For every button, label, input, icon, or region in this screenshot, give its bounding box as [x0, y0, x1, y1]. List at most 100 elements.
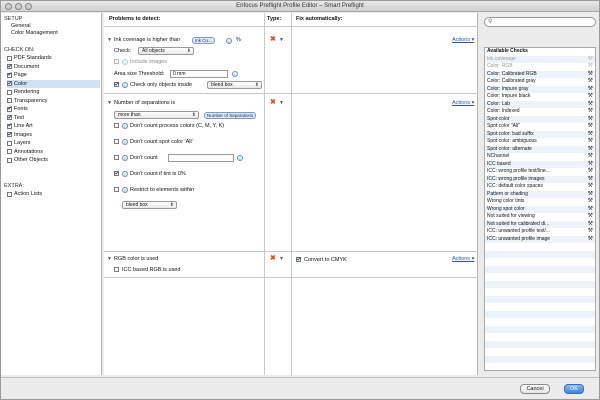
disclosure-triangle-icon[interactable]: ▼: [107, 37, 112, 43]
available-check-item[interactable]: ICC based ⚒: [485, 160, 595, 168]
sidebar-item-rendering[interactable]: Rendering: [7, 88, 100, 96]
check-on-checkbox[interactable]: [7, 89, 12, 95]
error-type-icon[interactable]: ✖: [270, 35, 276, 43]
dont-count-checkbox[interactable]: [114, 155, 119, 160]
check-on-checkbox[interactable]: [7, 63, 13, 71]
restrict-box-select[interactable]: bleed box: [122, 201, 177, 209]
check-on-checkbox[interactable]: [7, 55, 12, 61]
search-input[interactable]: ⚲: [484, 17, 596, 27]
sidebar-item-other-objects[interactable]: Other Objects: [7, 156, 100, 164]
ok-button[interactable]: OK: [564, 384, 584, 394]
available-check-item[interactable]: Spot color: alternate ⚒: [485, 145, 595, 153]
info-icon[interactable]: i: [122, 154, 128, 161]
include-images-info-icon[interactable]: i: [122, 58, 128, 65]
sidebar-item-color-management[interactable]: Color Management: [11, 29, 104, 37]
available-check-item[interactable]: Color: Impure black ⚒: [485, 93, 595, 101]
check-on-checkbox[interactable]: [7, 98, 12, 103]
ink-coverage-token[interactable]: Ink Co...: [192, 37, 215, 44]
available-check-item[interactable]: Wrong color tints ⚒: [485, 198, 595, 206]
check-on-checkbox[interactable]: [7, 114, 13, 122]
separations-token[interactable]: Number of Separations: [204, 111, 257, 119]
available-check-item[interactable]: Spot color ⚒: [485, 115, 595, 123]
ink-coverage-info-icon[interactable]: i: [226, 37, 232, 44]
check-on-checkbox[interactable]: [7, 80, 13, 88]
error-type-icon[interactable]: ✖: [270, 98, 276, 106]
available-check-item[interactable]: Not suited for viewing ⚒: [485, 213, 595, 221]
cancel-button[interactable]: Cancel: [520, 384, 550, 394]
check-objects-select[interactable]: All objects: [138, 47, 194, 55]
available-checks-list[interactable]: Available Checks Ink coverage ⚒ Color: RGB…: [484, 47, 596, 371]
close-window-button[interactable]: [5, 3, 12, 10]
info-icon[interactable]: i: [122, 170, 128, 177]
available-check-item[interactable]: Ink coverage ⚒: [485, 55, 595, 63]
available-check-item[interactable]: ICC: wrong profile text/line... ⚒: [485, 168, 595, 176]
sidebar-item-document[interactable]: Document: [7, 63, 100, 71]
sidebar-item-text[interactable]: Text: [7, 114, 100, 122]
available-check-item[interactable]: ICC: wrong profile images ⚒: [485, 175, 595, 183]
available-check-item[interactable]: Spot color "All" ⚒: [485, 123, 595, 131]
convert-cmyk-checkbox[interactable]: [296, 256, 302, 263]
sidebar-item-images[interactable]: Images: [7, 131, 100, 139]
ink-actions-link[interactable]: Actions ▾: [452, 37, 474, 43]
check-on-checkbox[interactable]: [7, 71, 13, 79]
sidebar-item-annotations[interactable]: Annotations: [7, 148, 100, 156]
type-dropdown-arrow-icon[interactable]: ▼: [279, 100, 284, 106]
check-inside-box-select[interactable]: bleed box: [207, 81, 262, 89]
available-check-item[interactable]: Color: Calibrated gray ⚒: [485, 78, 595, 86]
available-check-item[interactable]: Pattern or shading ⚒: [485, 190, 595, 198]
action-lists-checkbox[interactable]: [7, 191, 12, 197]
available-check-item[interactable]: NChannel ⚒: [485, 153, 595, 161]
type-dropdown-arrow-icon[interactable]: ▼: [279, 37, 284, 43]
available-check-item[interactable]: ICC: unwanted profile image ⚒: [485, 235, 595, 243]
sidebar-item-line-art[interactable]: Line Art: [7, 122, 100, 130]
available-check-item[interactable]: Color: Indexed ⚒: [485, 108, 595, 116]
dont-count-input[interactable]: [168, 154, 234, 162]
sidebar-item-layers[interactable]: Layers: [7, 139, 100, 147]
available-check-item[interactable]: Wrong spot color ⚒: [485, 205, 595, 213]
available-check-item[interactable]: Color: Calibrated RGB ⚒: [485, 70, 595, 78]
sidebar-item-color[interactable]: Color: [7, 79, 100, 88]
zoom-window-button[interactable]: [25, 3, 32, 10]
check-on-checkbox[interactable]: [7, 122, 13, 130]
available-check-item[interactable]: Color: Lab ⚒: [485, 100, 595, 108]
include-images-checkbox[interactable]: [114, 59, 119, 64]
check-inside-info-icon[interactable]: i: [122, 81, 128, 88]
check-on-checkbox[interactable]: [7, 131, 13, 139]
check-on-checkbox[interactable]: [7, 105, 13, 113]
info-icon[interactable]: i: [237, 154, 243, 161]
available-check-item[interactable]: ICC: unwanted profile text/... ⚒: [485, 228, 595, 236]
dont-count-all-checkbox[interactable]: [114, 139, 119, 144]
separations-compare-select[interactable]: more than: [114, 111, 199, 119]
sidebar-item-transparency[interactable]: Transparency: [7, 97, 100, 105]
disclosure-triangle-icon[interactable]: ▼: [107, 100, 112, 106]
available-check-item[interactable]: Color: Impure gray ⚒: [485, 85, 595, 93]
area-size-input[interactable]: 0 mm: [170, 70, 228, 78]
check-on-checkbox[interactable]: [7, 157, 12, 163]
area-size-info-icon[interactable]: i: [232, 70, 238, 77]
sidebar-item-page[interactable]: Page: [7, 71, 100, 79]
available-check-item[interactable]: Spot color: ambiguous ⚒: [485, 138, 595, 146]
info-icon[interactable]: i: [122, 186, 128, 193]
check-on-checkbox[interactable]: [7, 140, 12, 146]
dont-count-tint-checkbox[interactable]: [114, 170, 120, 177]
check-inside-checkbox[interactable]: [114, 81, 120, 88]
minimize-window-button[interactable]: [15, 3, 22, 10]
available-check-item[interactable]: ICC: default color spaces ⚒: [485, 183, 595, 191]
info-icon[interactable]: i: [122, 138, 128, 145]
restrict-checkbox[interactable]: [114, 187, 119, 192]
type-dropdown-arrow-icon[interactable]: ▼: [279, 256, 284, 262]
available-check-item[interactable]: Not suited for calibrated di... ⚒: [485, 220, 595, 228]
disclosure-triangle-icon[interactable]: ▼: [107, 256, 112, 262]
dont-count-process-checkbox[interactable]: [114, 123, 119, 128]
rgb-actions-link[interactable]: Actions ▾: [452, 256, 474, 262]
info-icon[interactable]: i: [122, 122, 128, 129]
available-check-item[interactable]: Spot color: bad suffix ⚒: [485, 130, 595, 138]
sidebar-item-fonts[interactable]: Fonts: [7, 105, 100, 113]
available-check-item[interactable]: Color: RGB ⚒: [485, 63, 595, 71]
sidebar-item-action-lists[interactable]: Action Lists: [7, 190, 100, 198]
icc-rgb-checkbox[interactable]: [114, 267, 119, 272]
check-on-checkbox[interactable]: [7, 149, 12, 154]
sidebar-item-pdf-standards[interactable]: PDF Standards: [7, 54, 100, 62]
separations-actions-link[interactable]: Actions ▾: [452, 100, 474, 106]
error-type-icon[interactable]: ✖: [270, 254, 276, 262]
